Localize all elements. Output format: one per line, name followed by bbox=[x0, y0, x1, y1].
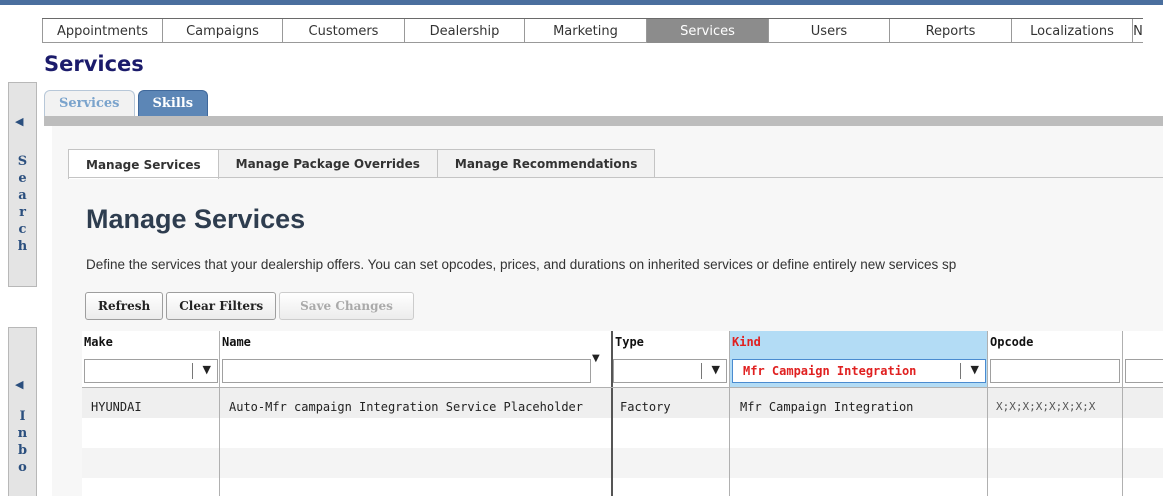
letter: r bbox=[19, 205, 26, 220]
cell-type: Factory bbox=[620, 400, 671, 414]
inbox-side-panel[interactable]: ◀ I n b o bbox=[8, 327, 37, 496]
separator bbox=[701, 363, 702, 379]
caret-down-icon[interactable]: ▼ bbox=[971, 363, 979, 376]
tab-manage-recommendations[interactable]: Manage Recommendations bbox=[437, 149, 656, 177]
column-header-make[interactable]: Make bbox=[84, 335, 113, 349]
cell-kind: Mfr Campaign Integration bbox=[740, 400, 914, 414]
kind-filter-value: Mfr Campaign Integration bbox=[743, 364, 917, 378]
cell-opcode: X;X;X;X;X;X;X;X bbox=[996, 400, 1096, 413]
clear-filters-button[interactable]: Clear Filters bbox=[166, 292, 277, 320]
nav-localizations[interactable]: Localizations bbox=[1012, 19, 1133, 43]
refresh-button[interactable]: Refresh bbox=[85, 292, 164, 320]
letter: I bbox=[19, 409, 26, 424]
manage-tabs-divider bbox=[68, 177, 1163, 178]
header-divider bbox=[82, 387, 1163, 388]
tab-services[interactable]: Services bbox=[44, 90, 135, 116]
nav-dealership[interactable]: Dealership bbox=[405, 19, 525, 43]
manage-tabs: Manage Services Manage Package Overrides… bbox=[68, 149, 656, 179]
arrow-left-icon[interactable]: ◀ bbox=[15, 115, 23, 128]
letter: c bbox=[18, 222, 27, 237]
name-filter-input[interactable] bbox=[222, 359, 591, 383]
page-title: Services bbox=[44, 52, 144, 76]
extra-filter-input[interactable] bbox=[1125, 359, 1163, 383]
grid-toolbar: Refresh Clear Filters Save Changes bbox=[85, 292, 417, 320]
caret-down-icon[interactable]: ▼ bbox=[712, 363, 720, 376]
save-changes-button[interactable]: Save Changes bbox=[279, 292, 414, 320]
top-accent-bar bbox=[0, 0, 1163, 5]
type-filter-select[interactable]: ▼ bbox=[613, 359, 727, 383]
column-header-opcode[interactable]: Opcode bbox=[990, 335, 1033, 349]
arrow-left-icon[interactable]: ◀ bbox=[15, 378, 23, 391]
kind-filter-select[interactable]: Mfr Campaign Integration ▼ bbox=[732, 359, 986, 383]
inbox-vertical-label: I n b o bbox=[9, 408, 36, 476]
column-opcode: Opcode bbox=[988, 331, 1123, 496]
tab-manage-package-overrides[interactable]: Manage Package Overrides bbox=[218, 149, 438, 177]
nav-more[interactable]: N bbox=[1133, 19, 1143, 43]
section-description: Define the services that your dealership… bbox=[86, 257, 957, 272]
tab-skills[interactable]: Skills bbox=[137, 90, 209, 116]
caret-down-icon[interactable]: ▼ bbox=[592, 353, 600, 364]
services-subtabs: Services Skills bbox=[44, 90, 211, 116]
search-vertical-label: S e a r c h bbox=[9, 153, 36, 255]
nav-marketing[interactable]: Marketing bbox=[525, 19, 647, 43]
letter: S bbox=[17, 154, 28, 169]
services-grid: Make Name Type Kind Opcode ▼ ▼ ▼ Mfr Cam… bbox=[82, 331, 1163, 496]
cell-name: Auto-Mfr campaign Integration Service Pl… bbox=[229, 400, 584, 414]
letter: e bbox=[18, 171, 27, 186]
nav-services[interactable]: Services bbox=[647, 19, 769, 43]
separator bbox=[960, 363, 961, 379]
opcode-filter-input[interactable] bbox=[990, 359, 1120, 383]
separator bbox=[192, 363, 193, 379]
main-nav: Appointments Campaigns Customers Dealers… bbox=[42, 18, 1143, 43]
nav-users[interactable]: Users bbox=[769, 19, 890, 43]
letter: a bbox=[18, 188, 27, 203]
column-header-name[interactable]: Name bbox=[222, 335, 251, 349]
letter: n bbox=[17, 426, 28, 441]
section-title: Manage Services bbox=[86, 204, 306, 234]
search-side-panel[interactable]: ◀ S e a r c h bbox=[8, 82, 37, 287]
cell-make: HYUNDAI bbox=[91, 400, 142, 414]
letter: b bbox=[17, 443, 28, 458]
column-header-kind[interactable]: Kind bbox=[732, 335, 761, 349]
tab-manage-services[interactable]: Manage Services bbox=[68, 149, 219, 179]
column-header-type[interactable]: Type bbox=[615, 335, 644, 349]
nav-reports[interactable]: Reports bbox=[890, 19, 1012, 43]
nav-campaigns[interactable]: Campaigns bbox=[163, 19, 283, 43]
letter: h bbox=[17, 239, 28, 254]
letter: o bbox=[18, 460, 27, 475]
nav-customers[interactable]: Customers bbox=[283, 19, 405, 43]
subtab-divider bbox=[44, 116, 1163, 126]
caret-down-icon[interactable]: ▼ bbox=[203, 363, 211, 376]
nav-appointments[interactable]: Appointments bbox=[42, 19, 163, 43]
column-extra bbox=[1123, 331, 1163, 496]
make-filter-select[interactable]: ▼ bbox=[84, 359, 218, 383]
